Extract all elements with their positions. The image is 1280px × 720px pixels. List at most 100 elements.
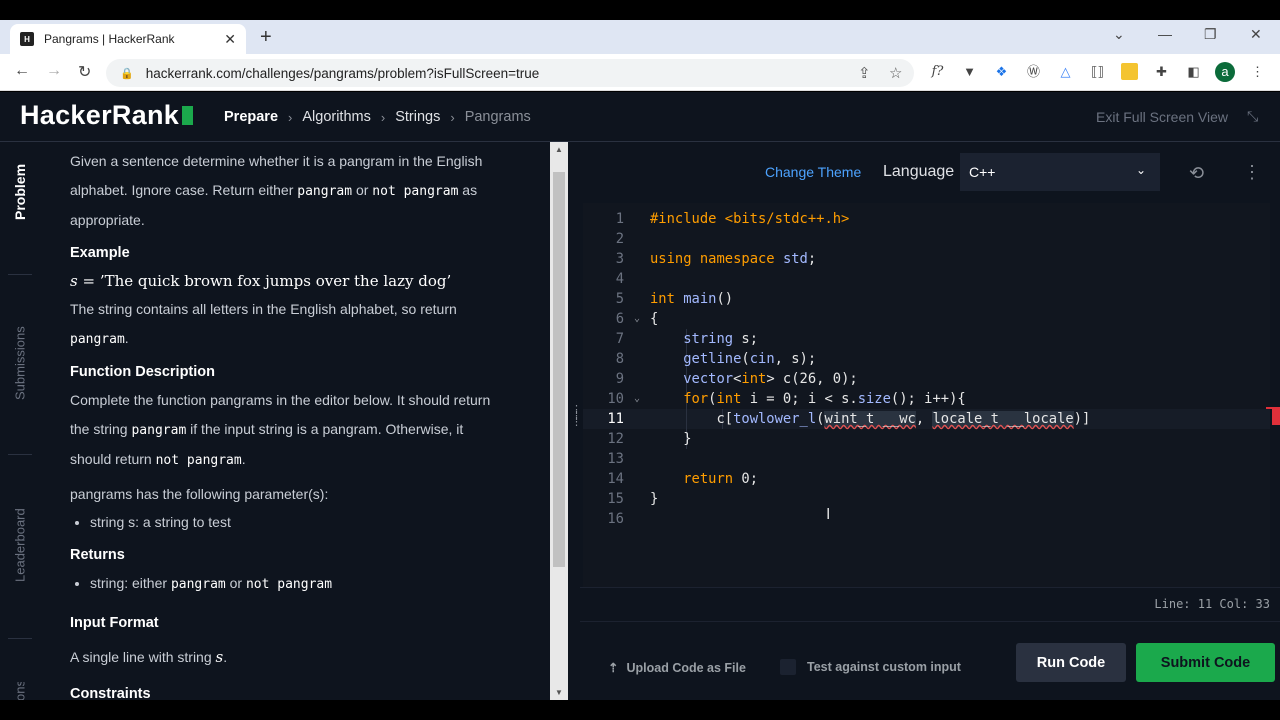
scroll-up-icon[interactable]: ▲	[555, 145, 563, 154]
fold-chevron-icon[interactable]: ⌄	[634, 389, 640, 409]
line-number: 11	[607, 411, 624, 427]
run-code-button[interactable]: Run Code	[1016, 643, 1126, 682]
problem-scrollbar[interactable]: ▲ ▼	[550, 142, 568, 700]
code-line[interactable]: 6 ⌄ {	[583, 309, 1270, 329]
code-line[interactable]: 9 vector<int> c(26, 0);	[583, 369, 1270, 389]
bracket-extension-icon[interactable]: ⟦⟧	[1089, 63, 1106, 80]
intro-text: as	[458, 181, 478, 198]
code-text: string s;	[683, 331, 758, 347]
submit-code-button[interactable]: Submit Code	[1136, 643, 1275, 682]
scrollbar-thumb[interactable]	[553, 172, 565, 567]
sidebar-item-submissions[interactable]: Submissions	[4, 318, 36, 408]
line-number: 5	[615, 291, 624, 307]
upload-icon: ⇡	[608, 661, 619, 675]
code-line[interactable]: 1 #include <bits/stdc++.h>	[583, 209, 1270, 229]
address-bar[interactable]: 🔒 hackerrank.com/challenges/pangrams/pro…	[106, 59, 914, 87]
drag-handle-icon[interactable]: ⋮⋮⋮⋮⋮⋮	[571, 405, 592, 428]
hackerrank-logo[interactable]: HackerRank	[20, 100, 194, 131]
close-window-icon[interactable]: ✕	[1250, 26, 1262, 43]
code-line[interactable]: 3 using namespace std;	[583, 249, 1270, 269]
line-number: 12	[607, 431, 624, 447]
fd-line-1: Complete the function pangrams in the ed…	[70, 392, 491, 408]
intro-line-3: appropriate.	[70, 212, 145, 228]
code-line[interactable]: 16	[583, 509, 1270, 529]
code-line[interactable]: 7 string s;	[583, 329, 1270, 349]
code-text: vector<int> c(26, 0);	[683, 371, 858, 387]
code-line[interactable]: 8 getline(cin, s);	[583, 349, 1270, 369]
code-pangram: pangram	[70, 331, 125, 347]
code-line[interactable]: 15}	[583, 489, 1270, 509]
breadcrumb-pangrams: Pangrams	[464, 109, 531, 125]
param-item: string s: a string to test	[90, 508, 550, 537]
profile-avatar[interactable]: a	[1215, 62, 1235, 82]
code-line[interactable]: 11 c[towlower_l(wint_t __wc, locale_t __…	[583, 409, 1270, 429]
custom-input-label[interactable]: Test against custom input	[807, 660, 961, 674]
restore-icon[interactable]: ❐	[1204, 26, 1217, 43]
upload-code-button[interactable]: ⇡ Upload Code as File	[608, 660, 746, 675]
exit-fullscreen-icon[interactable]: ⤡	[1247, 108, 1258, 125]
wappalyzer-extension-icon[interactable]: Ⓦ	[1025, 63, 1042, 80]
puzzle-extensions-icon[interactable]: ✚	[1153, 63, 1170, 80]
code-line[interactable]: 13	[583, 449, 1270, 469]
browser-menu-icon[interactable]: ⋮	[1249, 63, 1266, 80]
chevron-down-icon: ⌄	[1135, 163, 1146, 177]
line-number: 8	[615, 351, 624, 367]
line-number: 3	[615, 251, 624, 267]
url-text: hackerrank.com/challenges/pangrams/probl…	[145, 65, 540, 81]
custom-input-checkbox[interactable]	[780, 659, 796, 675]
code-pangram: pangram	[297, 183, 353, 199]
formula-extension-icon[interactable]: f?	[929, 63, 946, 80]
returns-text: string: either	[90, 574, 171, 591]
reload-icon[interactable]: ↻	[78, 62, 91, 82]
more-options-icon[interactable]: ⋮	[1243, 162, 1261, 183]
sidebar-item-discussions[interactable]: ons	[4, 682, 36, 700]
vuetify-extension-icon[interactable]: ▼	[961, 63, 978, 80]
fold-chevron-icon[interactable]: ⌄	[634, 309, 640, 329]
breadcrumb-algorithms[interactable]: Algorithms	[302, 109, 371, 125]
fd-text: if the input string is a pangram. Otherw…	[186, 420, 464, 437]
intro-text: or	[352, 181, 373, 198]
exit-fullscreen-link[interactable]: Exit Full Screen View	[1096, 109, 1228, 125]
share-icon[interactable]: ⇪	[858, 64, 871, 82]
code-line[interactable]: 5 int main()	[583, 289, 1270, 309]
code-line[interactable]: 14 return 0;	[583, 469, 1270, 489]
extension-icon[interactable]: ❖	[993, 63, 1010, 80]
change-theme-link[interactable]: Change Theme	[765, 164, 861, 180]
code-text: c[towlower_l(wint_t __wc, locale_t __loc…	[650, 411, 1091, 427]
math-eq: =	[77, 271, 100, 290]
pane-splitter[interactable]: ⋮⋮⋮⋮⋮⋮	[568, 142, 592, 700]
close-tab-icon[interactable]: ✕	[224, 31, 236, 48]
fd-text: the string	[70, 420, 132, 437]
breadcrumb-prepare[interactable]: Prepare	[224, 109, 278, 125]
breadcrumb-strings[interactable]: Strings	[395, 109, 440, 125]
triangle-extension-icon[interactable]: △	[1057, 63, 1074, 80]
tab-search-icon[interactable]: ⌄	[1113, 26, 1125, 43]
sidebar-divider	[8, 454, 32, 455]
new-tab-button[interactable]: +	[260, 26, 272, 49]
language-select[interactable]: C++ ⌄	[960, 153, 1160, 191]
side-panel-icon[interactable]: ◧	[1185, 63, 1202, 80]
code-pangram: pangram	[170, 576, 226, 592]
forward-icon[interactable]: →	[46, 62, 62, 80]
line-number: 16	[607, 511, 624, 527]
browser-tab[interactable]: H Pangrams | HackerRank ✕	[10, 24, 246, 54]
code-pangram: pangram	[131, 422, 187, 438]
yellow-extension-icon[interactable]	[1121, 63, 1138, 80]
returns-item: string: either pangram or not pangram	[90, 569, 550, 600]
sidebar-item-leaderboard[interactable]: Leaderboard	[4, 500, 36, 590]
code-line[interactable]: 4	[583, 269, 1270, 289]
back-icon[interactable]: ←	[14, 62, 30, 80]
code-line[interactable]: 12 }	[583, 429, 1270, 449]
minimize-icon[interactable]: —	[1158, 26, 1172, 42]
sidebar-item-problem[interactable]: Problem	[4, 152, 36, 232]
left-sidebar: Problem Submissions Leaderboard ons	[0, 142, 40, 700]
scroll-down-icon[interactable]: ▼	[555, 688, 563, 697]
code-line[interactable]: 10 ⌄ for(int i = 0; i < s.size(); i++){	[583, 389, 1270, 409]
input-text: A single line with string	[70, 649, 216, 665]
example-text: The string contains all letters in the E…	[70, 301, 457, 317]
history-icon[interactable]: ⟲	[1189, 163, 1204, 184]
bookmark-star-icon[interactable]: ☆	[889, 64, 902, 82]
line-number: 13	[607, 451, 624, 467]
code-line[interactable]: 2	[583, 229, 1270, 249]
code-text: getline(cin, s);	[683, 351, 817, 367]
